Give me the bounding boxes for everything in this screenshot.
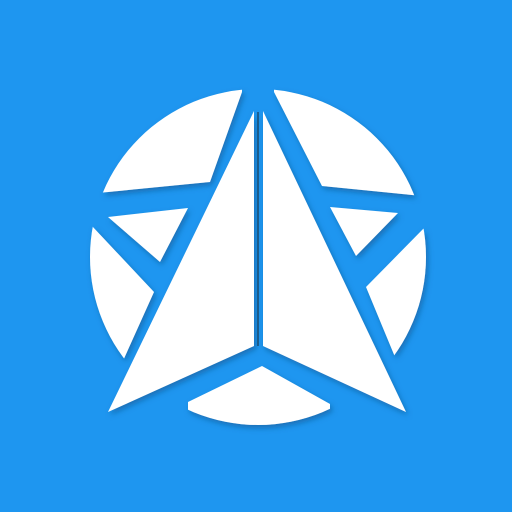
circle-segment-top-left bbox=[90, 89, 242, 193]
compass-arrow-star-icon bbox=[90, 89, 426, 425]
circle-segment-right-inner bbox=[330, 207, 398, 256]
circle-segment-top-right bbox=[274, 89, 426, 196]
circle-segment-bottom bbox=[188, 366, 330, 425]
circle-segment-left-inner bbox=[108, 208, 188, 262]
app-icon bbox=[0, 0, 512, 512]
